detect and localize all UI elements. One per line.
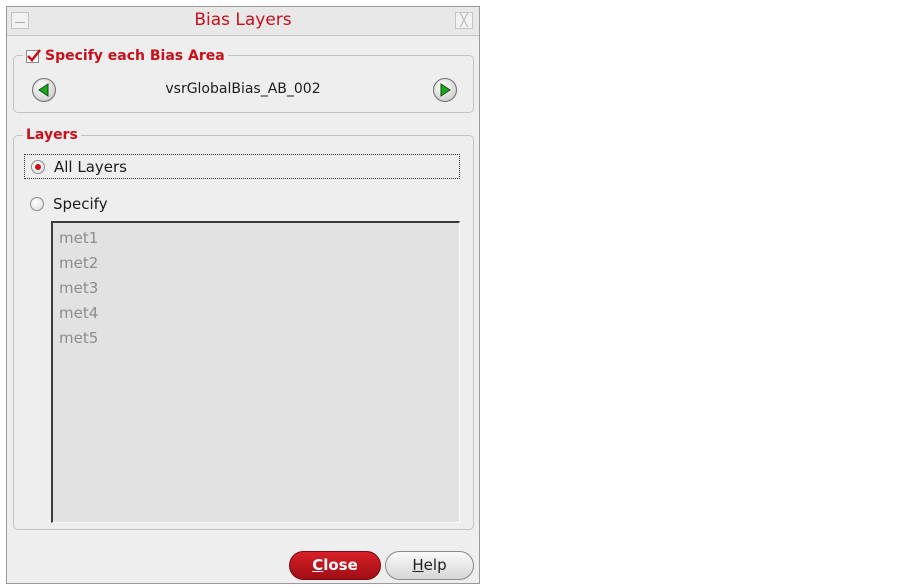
help-button[interactable]: Help bbox=[385, 551, 474, 580]
next-bias-area-button[interactable] bbox=[433, 78, 457, 102]
layer-list-item[interactable]: met4 bbox=[53, 301, 459, 326]
layers-group-label: Layers bbox=[23, 126, 81, 144]
title-bar[interactable]: Bias Layers ╳ bbox=[7, 7, 479, 36]
window-title: Bias Layers bbox=[194, 10, 292, 30]
layer-list[interactable]: met1 met2 met3 met4 met5 bbox=[51, 221, 460, 523]
all-layers-option[interactable]: All Layers bbox=[24, 154, 460, 179]
specify-bias-area-label: Specify each Bias Area bbox=[45, 48, 225, 64]
layer-list-item[interactable]: met3 bbox=[53, 276, 459, 301]
close-button[interactable]: Close bbox=[289, 551, 381, 580]
radio-selected-dot bbox=[35, 163, 41, 170]
help-label-rest: elp bbox=[423, 556, 447, 574]
green-left-arrow-icon bbox=[38, 83, 49, 97]
close-mnemonic: C bbox=[312, 556, 324, 574]
all-layers-label: All Layers bbox=[54, 157, 128, 176]
specify-bias-area-toggle[interactable]: Specify each Bias Area bbox=[23, 47, 228, 65]
close-label-rest: lose bbox=[323, 556, 358, 574]
previous-bias-area-button[interactable] bbox=[32, 78, 56, 102]
checkmark-icon bbox=[27, 48, 42, 62]
all-layers-radio[interactable] bbox=[31, 159, 45, 174]
bias-layers-dialog: Bias Layers ╳ Specify each Bias Area vsr… bbox=[6, 6, 480, 584]
specify-bias-area-checkbox[interactable] bbox=[26, 48, 42, 63]
green-right-arrow-icon bbox=[440, 83, 451, 97]
specify-layers-option[interactable]: Specify bbox=[24, 191, 224, 216]
window-close-button[interactable]: ╳ bbox=[455, 12, 473, 29]
layer-list-item[interactable]: met5 bbox=[53, 326, 459, 351]
specify-layers-radio[interactable] bbox=[30, 196, 44, 211]
help-mnemonic: H bbox=[412, 556, 424, 574]
specify-layers-label: Specify bbox=[53, 194, 108, 213]
layer-list-item[interactable]: met1 bbox=[53, 226, 459, 251]
current-bias-area-name: vsrGlobalBias_AB_002 bbox=[165, 81, 321, 97]
layer-list-item[interactable]: met2 bbox=[53, 251, 459, 276]
